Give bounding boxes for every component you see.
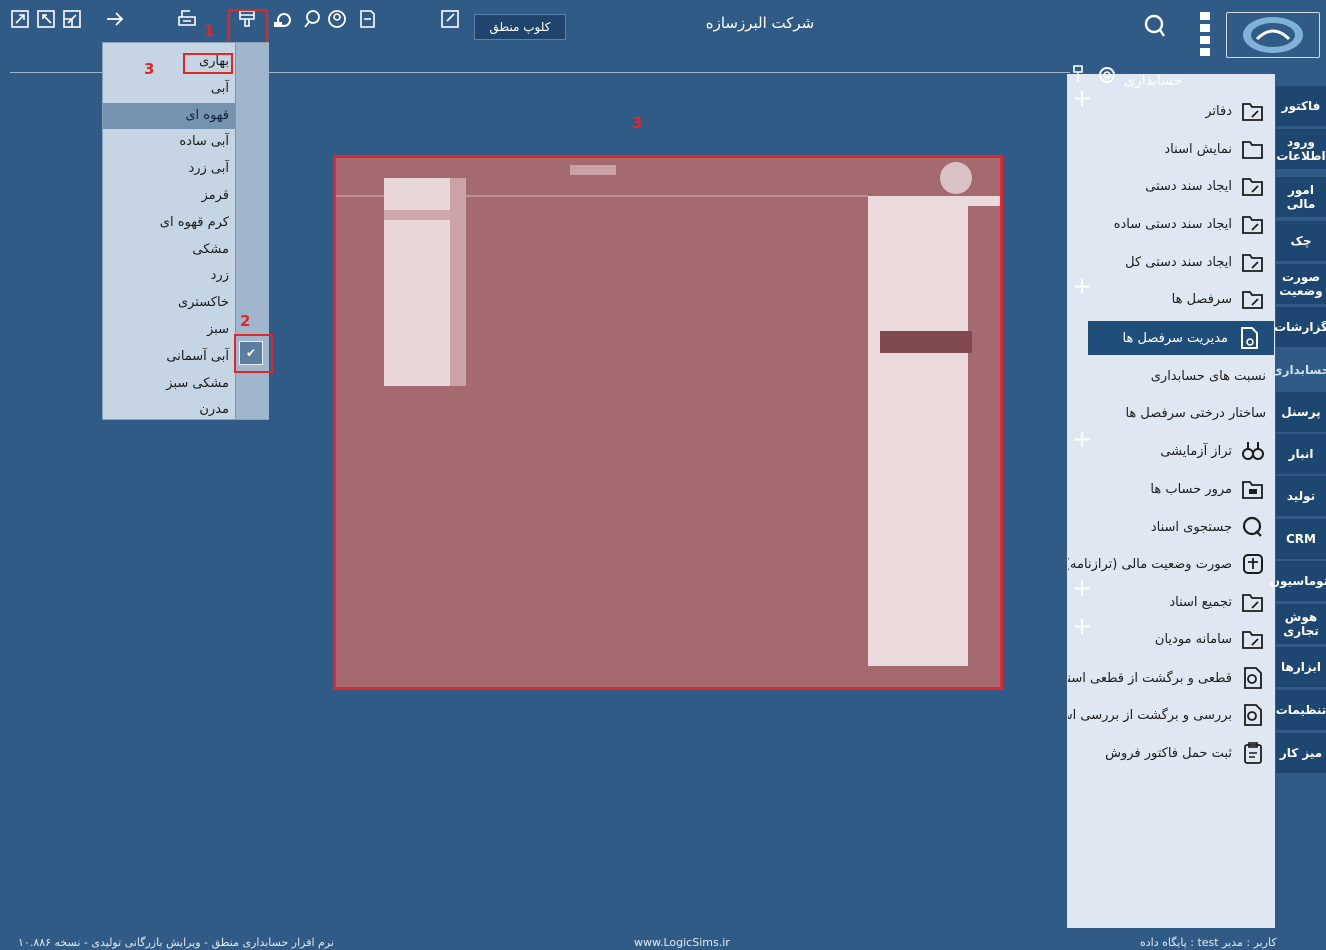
menu-item[interactable]: سرفصل ها: [1172, 284, 1276, 314]
menu-item-label: مرور حساب ها: [1150, 481, 1232, 497]
menu-item[interactable]: ایجاد سند دستی: [1145, 171, 1276, 201]
menu-item-label: ایجاد سند دستی کل: [1125, 254, 1232, 270]
menu-item[interactable]: بررسی و برگشت از بررسی اسناد: [1068, 700, 1276, 730]
tab-category[interactable]: انبار: [1276, 434, 1326, 475]
menu-item[interactable]: قطعی و برگشت از قطعی اسناد: [1068, 663, 1276, 693]
menu-item[interactable]: نسبت های حسابداری: [1151, 361, 1276, 391]
tab-category[interactable]: فاکتور: [1276, 86, 1326, 127]
menu-item-label: ایجاد سند دستی: [1145, 178, 1232, 194]
doc-search-icon: [1240, 665, 1266, 691]
menu-item[interactable]: نمایش اسناد: [1164, 134, 1276, 164]
search-doc-icon: [1240, 514, 1266, 540]
tab-category[interactable]: امور مالی: [1276, 177, 1326, 218]
tab-category[interactable]: اتوماسیون: [1270, 561, 1326, 602]
tab-category[interactable]: ورود اطلاعات: [1276, 129, 1326, 170]
menu-item-label: بررسی و برگشت از بررسی اسناد: [1068, 707, 1232, 723]
balance-icon: [1240, 551, 1266, 577]
menu-item[interactable]: سامانه مودیان: [1155, 624, 1276, 654]
menu-item[interactable]: تجمیع اسناد: [1169, 587, 1276, 617]
document-gear-icon: [1236, 325, 1262, 351]
status-user: پایگاه داده : test کاربر : مدیر: [1140, 936, 1277, 949]
folder-edit-icon: [1240, 626, 1266, 652]
menu-item-label: جستجوی اسناد: [1150, 519, 1232, 535]
tab-category[interactable]: هوش تجاری: [1276, 604, 1326, 645]
folder-review-icon: [1240, 476, 1266, 502]
tab-category[interactable]: تنظیمات: [1276, 690, 1326, 731]
folder-edit-icon: [1240, 98, 1266, 124]
add-icon[interactable]: +: [1072, 576, 1092, 600]
folder-edit-icon: [1240, 589, 1266, 615]
menu-item-label: ثبت حمل فاکتور فروش: [1105, 745, 1232, 761]
menu-item[interactable]: ثبت حمل فاکتور فروش: [1105, 738, 1276, 768]
doc-search-icon: [1240, 702, 1266, 728]
add-icon[interactable]: +: [1072, 427, 1092, 451]
menu-item-label: قطعی و برگشت از قطعی اسناد: [1068, 670, 1232, 686]
menu-item[interactable]: صورت وضعیت مالی (ترازنامه): [1068, 549, 1276, 579]
menu-item-label: نسبت های حسابداری: [1150, 368, 1266, 384]
menu-items: دفاتر نمایش اسناد ایجاد سند دستی ایجاد سند …: [0, 0, 1326, 950]
tab-category[interactable]: صورت وضعیت: [1276, 264, 1326, 305]
folder-edit-icon: [1240, 286, 1266, 312]
menu-item-label: صورت وضعیت مالی (ترازنامه): [1068, 556, 1232, 572]
menu-item-label: تراز آزمایشی: [1160, 443, 1232, 459]
tab-category[interactable]: حسابداری: [1272, 350, 1326, 391]
status-version: نرم افزار حسابداری منطق - ویرایش بازرگان…: [18, 936, 334, 949]
folder-edit-icon: [1240, 173, 1266, 199]
status-bar: نرم افزار حسابداری منطق - ویرایش بازرگان…: [0, 936, 1326, 950]
menu-item[interactable]: تراز آزمایشی: [1160, 436, 1276, 466]
add-icon[interactable]: +: [1072, 614, 1092, 638]
menu-item[interactable]: مرور حساب ها: [1150, 474, 1276, 504]
tab-category[interactable]: میز کار: [1276, 733, 1326, 774]
folder-edit-icon: [1240, 211, 1266, 237]
menu-item-label: ساختار درختی سرفصل ها: [1125, 405, 1266, 421]
menu-item[interactable]: جستجوی اسناد: [1151, 512, 1276, 542]
tab-category[interactable]: چک: [1276, 221, 1326, 262]
add-icon[interactable]: +: [1072, 274, 1092, 298]
tab-category[interactable]: تولید: [1276, 476, 1326, 517]
menu-item[interactable]: ساختار درختی سرفصل ها: [1125, 398, 1276, 428]
menu-item-label: نمایش اسناد: [1164, 141, 1232, 157]
menu-item-label: مدیریت سرفصل ها: [1122, 330, 1228, 346]
menu-item[interactable]: ایجاد سند دستی ساده: [1114, 209, 1276, 239]
tab-category[interactable]: ابزارها: [1276, 647, 1326, 688]
menu-item-label: دفاتر: [1205, 103, 1232, 119]
add-icon[interactable]: +: [1072, 86, 1092, 110]
menu-item-label: تجمیع اسناد: [1169, 594, 1232, 610]
menu-item-active[interactable]: مدیریت سرفصل ها: [1088, 321, 1274, 355]
menu-item[interactable]: دفاتر: [1205, 96, 1276, 126]
clipboard-icon: [1240, 740, 1266, 766]
tab-category[interactable]: CRM: [1276, 519, 1326, 560]
menu-item-label: سامانه مودیان: [1154, 631, 1232, 647]
status-website: www.LogicSims.ir: [634, 936, 730, 949]
tab-category[interactable]: پرسنل: [1276, 392, 1326, 433]
folder-edit-icon: [1240, 249, 1266, 275]
folder-icon: [1240, 136, 1266, 162]
binoculars-icon: [1240, 438, 1266, 464]
menu-item[interactable]: ایجاد سند دستی کل: [1125, 247, 1276, 277]
menu-item-label: ایجاد سند دستی ساده: [1113, 216, 1232, 232]
menu-item-label: سرفصل ها: [1171, 291, 1232, 307]
tab-category[interactable]: گزارشات: [1274, 307, 1326, 348]
category-tabs: فاکتور ورود اطلاعات امور مالی چک صورت وضعیت گ…: [1270, 86, 1326, 928]
